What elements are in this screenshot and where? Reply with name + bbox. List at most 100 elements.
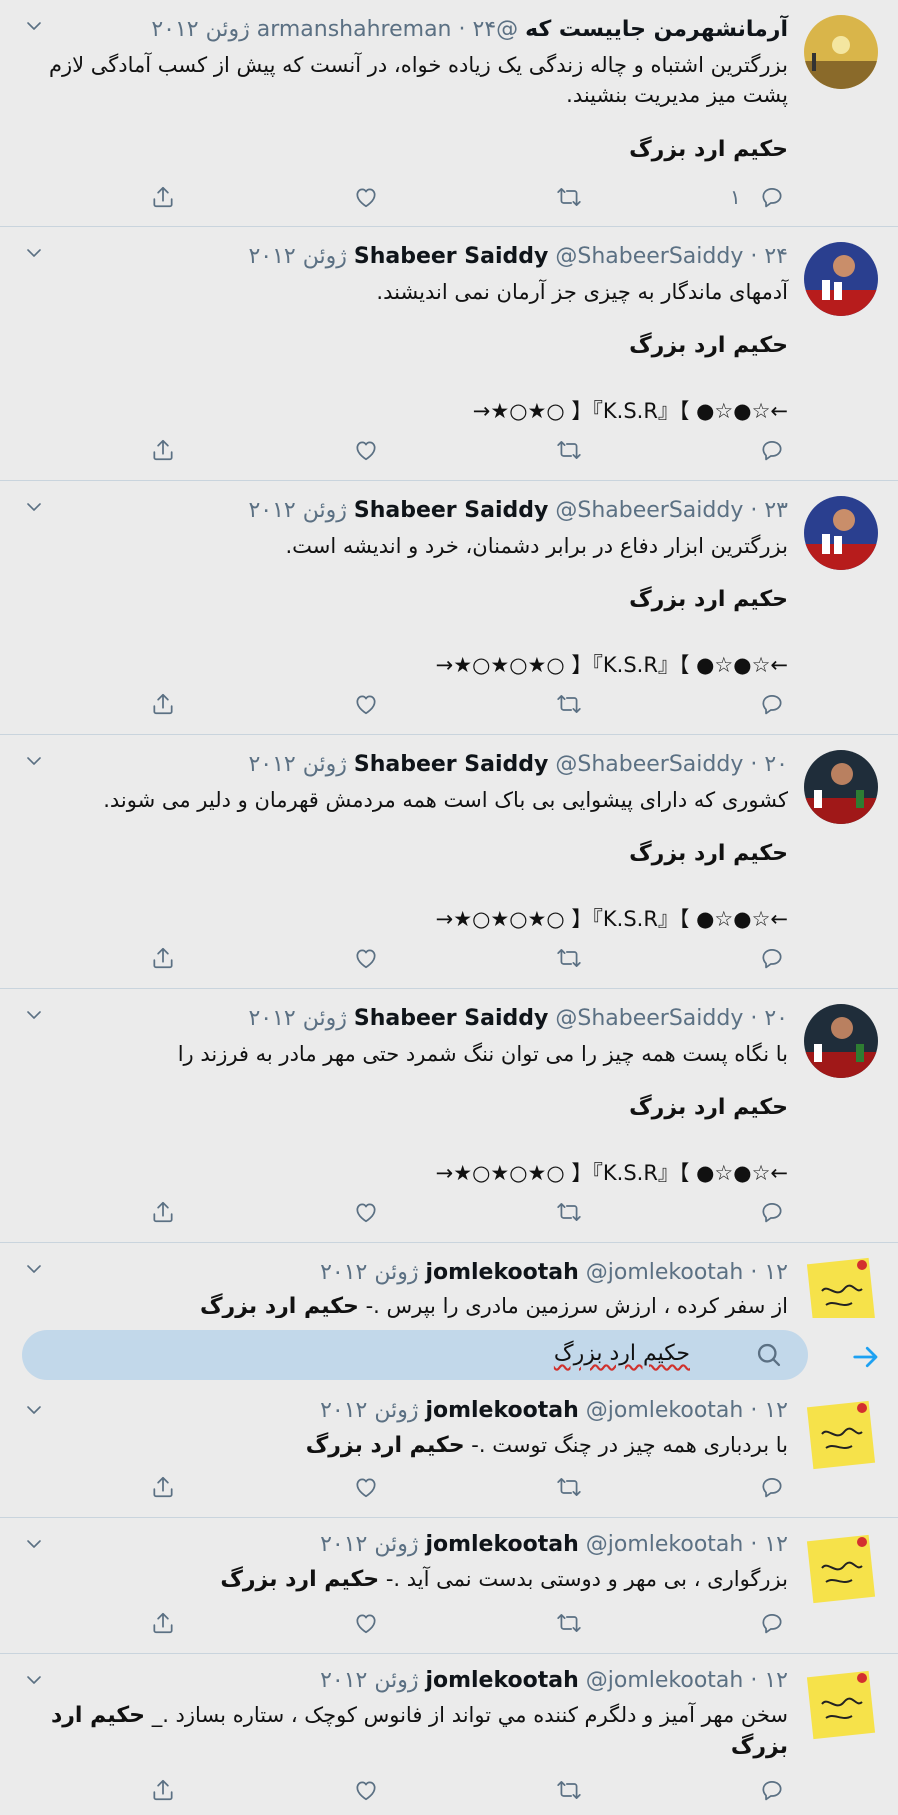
author-handle[interactable]: @jomlekootah [586, 1668, 744, 1693]
avatar[interactable] [804, 750, 878, 824]
chevron-down-icon[interactable] [26, 501, 42, 513]
tweet-extra-line: ←☆●☆● 】『K.S.R』【 ○★○★○★→ [435, 907, 788, 931]
share-button[interactable] [148, 435, 178, 465]
chevron-down-icon[interactable] [26, 247, 42, 259]
tweet[interactable]: Shabeer Saiddy @ShabeerSaiddy · ۲۴ ژوئن … [0, 227, 898, 481]
tweet[interactable]: jomlekootah @jomlekootah · ۱۲ ژوئن ۲۰۱۲ … [0, 1654, 898, 1815]
author-handle[interactable]: @jomlekootah [586, 1398, 744, 1423]
share-button[interactable] [148, 1197, 178, 1227]
avatar[interactable] [804, 15, 878, 89]
chevron-down-icon[interactable] [26, 1538, 42, 1550]
tweet-text-row: بزرگواری ، بی مهر و دوستی بدست نمی آید .… [40, 1564, 788, 1595]
retweet-button[interactable] [554, 1197, 584, 1227]
author-name[interactable]: Shabeer Saiddy [354, 244, 549, 269]
author-name[interactable]: jomlekootah [425, 1532, 578, 1557]
share-button[interactable] [148, 1608, 178, 1638]
tweet-actions [0, 689, 898, 719]
avatar[interactable] [804, 1004, 878, 1078]
share-button[interactable] [148, 1472, 178, 1502]
retweet-button[interactable] [554, 943, 584, 973]
reply-button[interactable] [757, 435, 787, 465]
tweet-extra-line: ←☆●☆● 】『K.S.R』【 ○★○★○★→ [435, 653, 788, 677]
tweet-actions: ۱ [0, 182, 898, 212]
tweet[interactable]: آرمانشهرمن جاییست که @armanshahreman · ۲… [0, 0, 898, 227]
author-handle[interactable]: @ShabeerSaiddy [555, 244, 743, 269]
like-button[interactable] [351, 1608, 381, 1638]
tweet-actions [0, 943, 898, 973]
separator: · [750, 244, 758, 269]
tweet-header: Shabeer Saiddy @ShabeerSaiddy · ۲۰ ژوئن … [30, 752, 788, 782]
author-name[interactable]: jomlekootah [425, 1668, 578, 1693]
reply-button[interactable] [757, 1608, 787, 1638]
retweet-button[interactable] [554, 689, 584, 719]
retweet-button[interactable] [554, 1608, 584, 1638]
search-input[interactable]: حکیم ارد بزرگ [22, 1330, 808, 1380]
like-button[interactable] [351, 1472, 381, 1502]
share-icon [150, 184, 176, 210]
chevron-down-icon[interactable] [26, 20, 42, 32]
retweet-button[interactable] [554, 1775, 584, 1805]
tweet-text: سخن مهر آميز و دلگرم كننده مي تواند از ف… [151, 1703, 788, 1727]
reply-button[interactable] [757, 689, 787, 719]
chevron-down-icon[interactable] [26, 1263, 42, 1275]
share-button[interactable] [148, 689, 178, 719]
author-name[interactable]: Shabeer Saiddy [354, 752, 549, 777]
like-button[interactable] [351, 182, 381, 212]
separator: · [750, 1006, 758, 1031]
like-button[interactable] [351, 1197, 381, 1227]
chevron-down-icon[interactable] [26, 755, 42, 767]
tweet-extra-line: ←☆●☆● 】『K.S.R』【 ○★○★○★→ [435, 1161, 788, 1185]
like-button[interactable] [351, 943, 381, 973]
retweet-icon [556, 437, 582, 463]
reply-button[interactable] [757, 1472, 787, 1502]
author-name[interactable]: jomlekootah [425, 1260, 578, 1285]
retweet-icon [556, 1474, 582, 1500]
retweet-button[interactable] [554, 182, 584, 212]
author-name[interactable]: jomlekootah [425, 1398, 578, 1423]
tweet-header: jomlekootah @jomlekootah · ۱۲ ژوئن ۲۰۱۲ [30, 1398, 788, 1428]
author-signature: حکیم ارد بزرگ [629, 137, 788, 162]
avatar[interactable] [804, 242, 878, 316]
tweet[interactable]: jomlekootah @jomlekootah · ۱۲ ژوئن ۲۰۱۲ … [0, 1518, 898, 1654]
reply-button[interactable] [757, 182, 787, 212]
chevron-down-icon[interactable] [26, 1404, 42, 1416]
reply-button[interactable] [757, 1775, 787, 1805]
author-name[interactable]: Shabeer Saiddy [354, 1006, 549, 1031]
tweet[interactable]: Shabeer Saiddy @ShabeerSaiddy · ۲۰ ژوئن … [0, 989, 898, 1243]
author-handle[interactable]: @ShabeerSaiddy [555, 752, 743, 777]
author-handle[interactable]: @ShabeerSaiddy [555, 1006, 743, 1031]
like-button[interactable] [351, 689, 381, 719]
tweet-text: بزرگترین اشتباه و چاله زندگی یک زیاده خو… [49, 53, 788, 107]
retweet-button[interactable] [554, 1472, 584, 1502]
author-name[interactable]: Shabeer Saiddy [354, 498, 549, 523]
chevron-down-icon[interactable] [26, 1674, 42, 1686]
search-query[interactable]: حکیم ارد بزرگ [554, 1341, 690, 1366]
author-signature: حکیم ارد بزرگ [629, 333, 788, 358]
arrow-right-icon[interactable] [851, 1342, 881, 1372]
tweet[interactable]: Shabeer Saiddy @ShabeerSaiddy · ۲۰ ژوئن … [0, 735, 898, 989]
like-button[interactable] [351, 435, 381, 465]
reply-button[interactable] [757, 1197, 787, 1227]
avatar[interactable] [804, 1398, 878, 1472]
author-handle[interactable]: @jomlekootah [586, 1260, 744, 1285]
reply-button[interactable] [757, 943, 787, 973]
share-button[interactable] [148, 943, 178, 973]
author-handle[interactable]: @jomlekootah [586, 1532, 744, 1557]
author-name[interactable]: آرمانشهرمن جاییست که [525, 17, 788, 42]
tweet-header: Shabeer Saiddy @ShabeerSaiddy · ۲۰ ژوئن … [30, 1006, 788, 1036]
share-button[interactable] [148, 1775, 178, 1805]
chevron-down-icon[interactable] [26, 1009, 42, 1021]
like-button[interactable] [351, 1775, 381, 1805]
search-icon[interactable] [755, 1341, 783, 1369]
avatar[interactable] [804, 1668, 878, 1742]
avatar[interactable] [804, 1532, 878, 1606]
share-button[interactable] [148, 182, 178, 212]
tweet[interactable]: Shabeer Saiddy @ShabeerSaiddy · ۲۳ ژوئن … [0, 481, 898, 735]
share-icon [150, 1777, 176, 1803]
tweet-text: کشوری که دارای پیشوایی بی باک است همه مر… [103, 788, 788, 812]
author-handle[interactable]: @ShabeerSaiddy [555, 498, 743, 523]
tweet-header: jomlekootah @jomlekootah · ۱۲ ژوئن ۲۰۱۲ [30, 1260, 788, 1290]
avatar[interactable] [804, 496, 878, 570]
retweet-button[interactable] [554, 435, 584, 465]
tweet[interactable]: jomlekootah @jomlekootah · ۱۲ ژوئن ۲۰۱۲ … [0, 1396, 898, 1518]
